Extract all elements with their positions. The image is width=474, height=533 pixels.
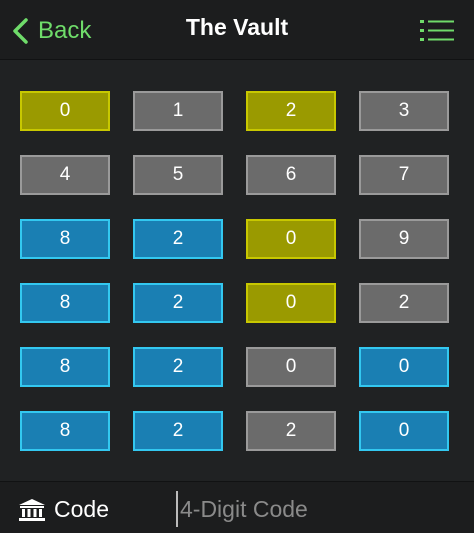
chevron-left-icon xyxy=(13,18,28,44)
digit-tile-yellow[interactable]: 2 xyxy=(246,91,336,131)
digit-tile-gray[interactable]: 3 xyxy=(359,91,449,131)
digit-grid: 012345678209820282008220 xyxy=(0,60,474,480)
digit-tile-gray[interactable]: 6 xyxy=(246,155,336,195)
digit-tile-yellow[interactable]: 0 xyxy=(246,283,336,323)
digit-tile-blue[interactable]: 8 xyxy=(20,411,110,451)
back-label: Back xyxy=(38,17,92,44)
digit-tile-blue[interactable]: 0 xyxy=(359,347,449,387)
code-label: Code xyxy=(18,496,109,523)
vault-screen: Back The Vault 012345678209820282008220 xyxy=(0,0,474,533)
digit-tile-yellow[interactable]: 0 xyxy=(20,91,110,131)
digit-tile-blue[interactable]: 8 xyxy=(20,283,110,323)
list-menu-icon xyxy=(420,20,454,41)
digit-tile-blue[interactable]: 2 xyxy=(133,219,223,259)
digit-tile-gray[interactable]: 9 xyxy=(359,219,449,259)
digit-tile-gray[interactable]: 0 xyxy=(246,347,336,387)
digit-tile-blue[interactable]: 0 xyxy=(359,411,449,451)
digit-tile-blue[interactable]: 2 xyxy=(133,283,223,323)
digit-tile-gray[interactable]: 5 xyxy=(133,155,223,195)
menu-button[interactable] xyxy=(420,18,454,44)
digit-tile-gray[interactable]: 2 xyxy=(246,411,336,451)
bank-icon xyxy=(19,498,45,521)
digit-tile-gray[interactable]: 4 xyxy=(20,155,110,195)
code-label-text: Code xyxy=(54,496,109,522)
digit-tile-blue[interactable]: 2 xyxy=(133,411,223,451)
digit-tile-blue[interactable]: 8 xyxy=(20,347,110,387)
digit-tile-blue[interactable]: 2 xyxy=(133,347,223,387)
digit-tile-gray[interactable]: 1 xyxy=(133,91,223,131)
digit-tile-yellow[interactable]: 0 xyxy=(246,219,336,259)
code-input[interactable] xyxy=(176,491,460,527)
digit-tile-blue[interactable]: 8 xyxy=(20,219,110,259)
back-button[interactable]: Back xyxy=(8,12,91,50)
code-entry-bar: Code xyxy=(0,481,474,533)
digit-tile-gray[interactable]: 2 xyxy=(359,283,449,323)
top-bar: Back The Vault xyxy=(0,0,474,60)
digit-tile-gray[interactable]: 7 xyxy=(359,155,449,195)
